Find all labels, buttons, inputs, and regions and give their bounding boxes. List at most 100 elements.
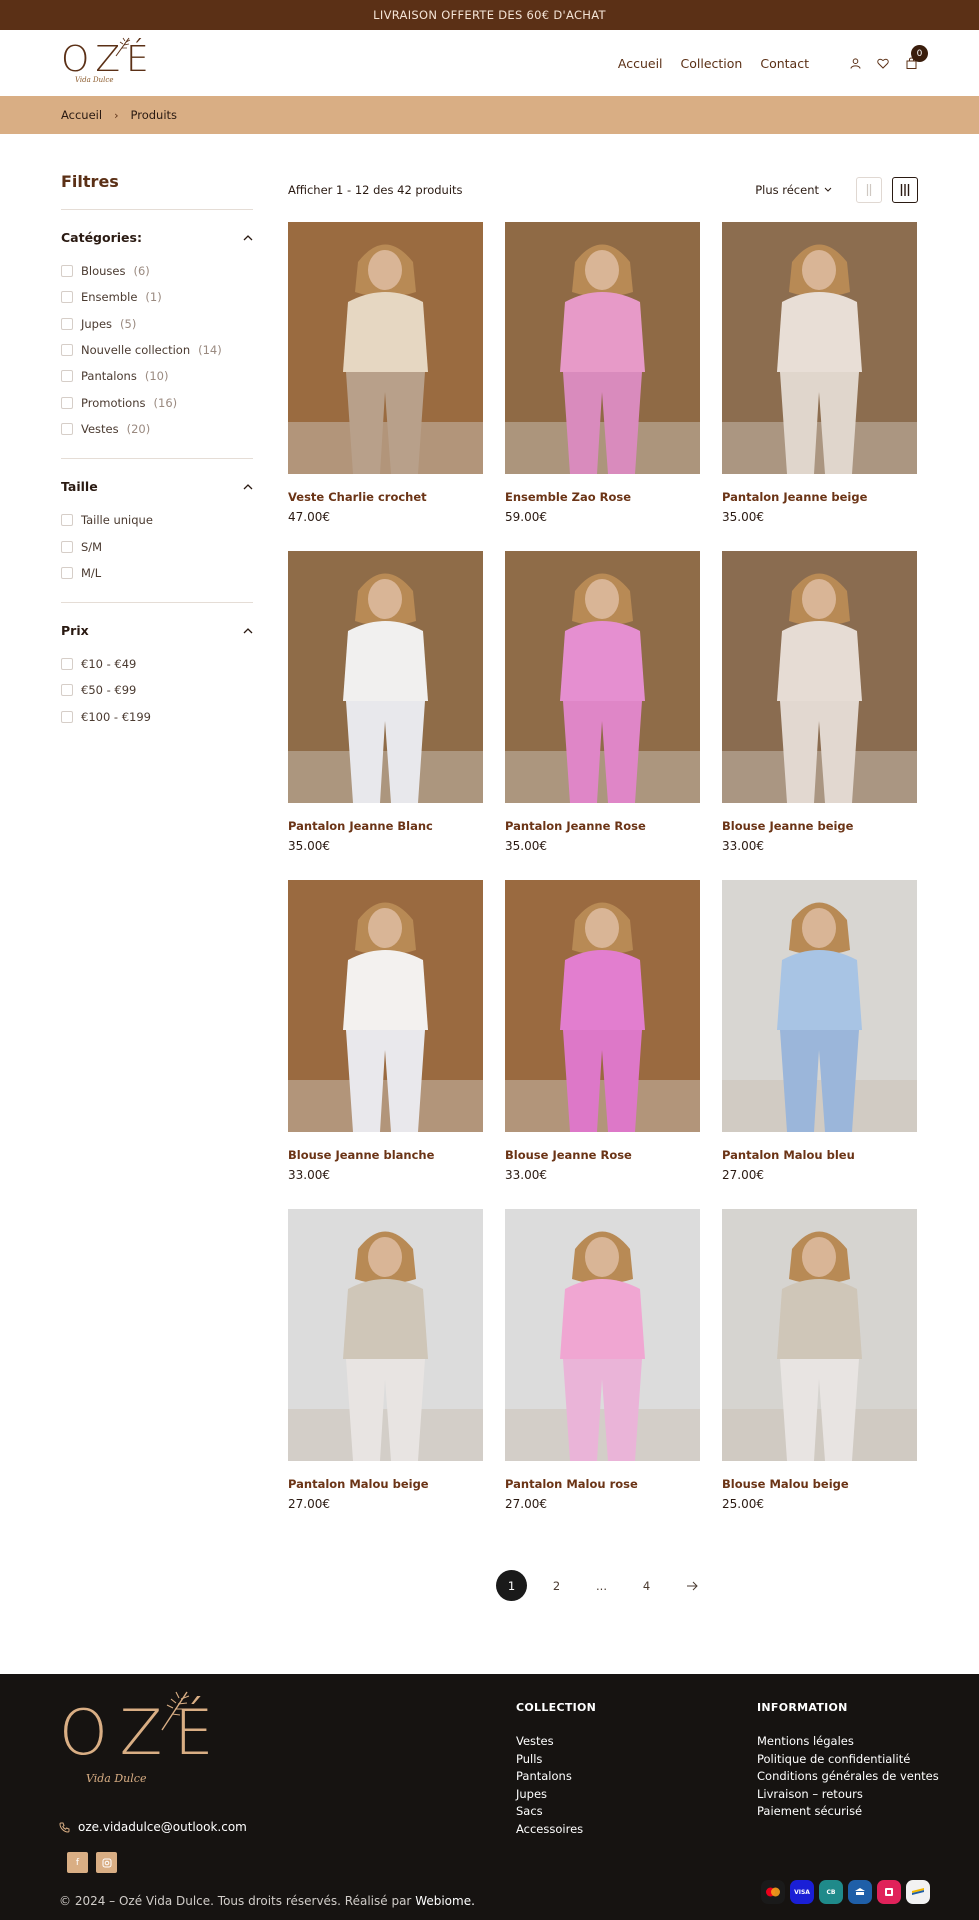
page-1[interactable]: 1 (496, 1570, 527, 1601)
filter-option-m-l[interactable]: M/L (61, 560, 253, 586)
footer-link-jupes[interactable]: Jupes (516, 1787, 596, 1805)
footer-link-sacs[interactable]: Sacs (516, 1804, 596, 1822)
filter-option-ensemble[interactable]: Ensemble (1) (61, 284, 253, 310)
product-name[interactable]: Pantalon Malou bleu (722, 1148, 917, 1162)
product-name[interactable]: Pantalon Jeanne beige (722, 490, 917, 504)
filter-option-100-199[interactable]: €100 - €199 (61, 704, 253, 730)
webiome-link[interactable]: Webiome. (415, 1894, 475, 1908)
product-image[interactable] (288, 880, 483, 1132)
product-name[interactable]: Pantalon Jeanne Blanc (288, 819, 483, 833)
nav-contact[interactable]: Contact (760, 56, 809, 71)
heart-icon[interactable] (876, 56, 890, 70)
product-image[interactable] (505, 880, 700, 1132)
product-image[interactable] (722, 222, 917, 474)
product-grid: Veste Charlie crochet 47.00€ Ensemble Zao … (288, 222, 918, 1538)
filter-option-promotions[interactable]: Promotions (16) (61, 389, 253, 415)
footer-link-accessoires[interactable]: Accessoires (516, 1822, 596, 1840)
product-card[interactable]: Pantalon Jeanne beige 35.00€ (722, 222, 917, 551)
checkbox[interactable] (61, 422, 73, 435)
filter-option-50-99[interactable]: €50 - €99 (61, 677, 253, 703)
filter-section-header[interactable]: Taille (61, 479, 253, 494)
sort-select[interactable]: Plus récent (755, 183, 832, 197)
product-card[interactable]: Blouse Jeanne beige 33.00€ (722, 551, 917, 880)
product-card[interactable]: Pantalon Jeanne Rose 35.00€ (505, 551, 700, 880)
instagram-icon[interactable] (96, 1852, 117, 1873)
product-image[interactable] (288, 222, 483, 474)
product-card[interactable]: Pantalon Jeanne Blanc 35.00€ (288, 551, 483, 880)
chevron-up-icon[interactable] (243, 483, 253, 490)
filter-option-jupes[interactable]: Jupes (5) (61, 311, 253, 337)
next-page-button[interactable] (676, 1570, 707, 1601)
filter-option-vestes[interactable]: Vestes (20) (61, 416, 253, 442)
product-name[interactable]: Blouse Jeanne beige (722, 819, 917, 833)
checkbox[interactable] (61, 317, 73, 330)
filter-section-header[interactable]: Catégories: (61, 230, 253, 245)
product-name[interactable]: Pantalon Malou beige (288, 1477, 483, 1491)
product-name[interactable]: Veste Charlie crochet (288, 490, 483, 504)
page-2[interactable]: 2 (541, 1570, 572, 1601)
filter-option-nouvelle-collection[interactable]: Nouvelle collection (14) (61, 337, 253, 363)
site-logo[interactable]: OZÉ Vida Dulce (61, 37, 149, 84)
product-image[interactable] (505, 222, 700, 474)
product-image[interactable] (505, 1209, 700, 1461)
product-card[interactable]: Blouse Jeanne Rose 33.00€ (505, 880, 700, 1209)
page-4[interactable]: 4 (631, 1570, 662, 1601)
product-name[interactable]: Blouse Malou beige (722, 1477, 917, 1491)
chevron-up-icon[interactable] (243, 627, 253, 634)
footer-link-pantalons[interactable]: Pantalons (516, 1769, 596, 1787)
checkbox[interactable] (61, 540, 73, 553)
footer-logo[interactable]: OZÉ Vida Dulce (59, 1691, 225, 1785)
checkbox[interactable] (61, 684, 73, 697)
product-name[interactable]: Blouse Jeanne Rose (505, 1148, 700, 1162)
product-card[interactable]: Pantalon Malou rose 27.00€ (505, 1209, 700, 1538)
footer-email[interactable]: oze.vidadulce@outlook.com (59, 1820, 247, 1834)
footer-link-livraison-retours[interactable]: Livraison – retours (757, 1787, 939, 1805)
footer-link-politique-de-confidentialite[interactable]: Politique de confidentialité (757, 1752, 939, 1770)
footer-link-conditions-generales-de-ventes[interactable]: Conditions générales de ventes (757, 1769, 939, 1787)
breadcrumb-home[interactable]: Accueil (61, 108, 102, 122)
product-card[interactable]: Blouse Jeanne blanche 33.00€ (288, 880, 483, 1209)
footer-link-pulls[interactable]: Pulls (516, 1752, 596, 1770)
product-card[interactable]: Ensemble Zao Rose 59.00€ (505, 222, 700, 551)
product-image[interactable] (288, 1209, 483, 1461)
product-card[interactable]: Blouse Malou beige 25.00€ (722, 1209, 917, 1538)
product-card[interactable]: Pantalon Malou bleu 27.00€ (722, 880, 917, 1209)
bag-icon[interactable]: 0 (904, 45, 928, 70)
nav-collection[interactable]: Collection (681, 56, 743, 71)
footer-link-vestes[interactable]: Vestes (516, 1734, 596, 1752)
checkbox[interactable] (61, 710, 73, 723)
product-image[interactable] (722, 551, 917, 803)
filter-option-10-49[interactable]: €10 - €49 (61, 651, 253, 677)
checkbox[interactable] (61, 265, 73, 278)
product-name[interactable]: Pantalon Malou rose (505, 1477, 700, 1491)
checkbox[interactable] (61, 291, 73, 304)
product-name[interactable]: Ensemble Zao Rose (505, 490, 700, 504)
product-name[interactable]: Blouse Jeanne blanche (288, 1148, 483, 1162)
checkbox[interactable] (61, 396, 73, 409)
checkbox[interactable] (61, 658, 73, 671)
product-image[interactable] (505, 551, 700, 803)
checkbox[interactable] (61, 514, 73, 527)
grid-2-view-button[interactable] (856, 177, 882, 203)
facebook-icon[interactable]: f (67, 1852, 88, 1873)
checkbox[interactable] (61, 370, 73, 383)
product-card[interactable]: Veste Charlie crochet 47.00€ (288, 222, 483, 551)
product-image[interactable] (722, 880, 917, 1132)
footer-link-paiement-securise[interactable]: Paiement sécurisé (757, 1804, 939, 1822)
chevron-up-icon[interactable] (243, 234, 253, 241)
filter-option-taille-unique[interactable]: Taille unique (61, 507, 253, 533)
product-card[interactable]: Pantalon Malou beige 27.00€ (288, 1209, 483, 1538)
filter-section-header[interactable]: Prix (61, 623, 253, 638)
product-image[interactable] (288, 551, 483, 803)
nav-accueil[interactable]: Accueil (618, 56, 663, 71)
filter-option-blouses[interactable]: Blouses (6) (61, 258, 253, 284)
product-image[interactable] (722, 1209, 917, 1461)
checkbox[interactable] (61, 566, 73, 579)
product-name[interactable]: Pantalon Jeanne Rose (505, 819, 700, 833)
footer-link-mentions-legales[interactable]: Mentions légales (757, 1734, 939, 1752)
user-icon[interactable] (848, 56, 862, 70)
grid-3-view-button[interactable] (892, 177, 918, 203)
checkbox[interactable] (61, 344, 73, 357)
filter-option-s-m[interactable]: S/M (61, 533, 253, 559)
filter-option-pantalons[interactable]: Pantalons (10) (61, 363, 253, 389)
